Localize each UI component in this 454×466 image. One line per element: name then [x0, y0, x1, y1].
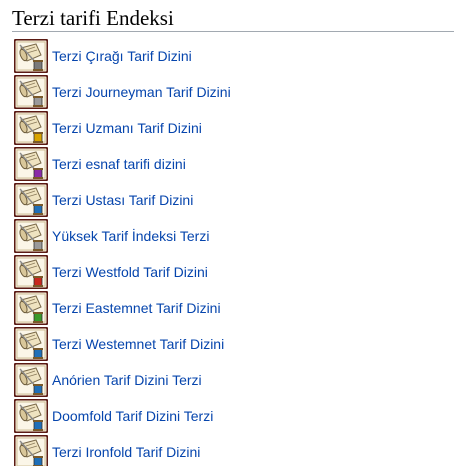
- list-item: Terzi Journeyman Tarif Dizini: [0, 74, 454, 110]
- recipe-index-link[interactable]: Terzi Çırağı Tarif Dizini: [52, 38, 192, 74]
- recipe-icon-link[interactable]: [14, 327, 48, 361]
- recipe-index-link[interactable]: Terzi Journeyman Tarif Dizini: [52, 74, 231, 110]
- page-title: Terzi tarifi Endeksi: [12, 4, 454, 32]
- recipe-icon-link[interactable]: [14, 183, 48, 217]
- recipe-scroll-icon: [14, 111, 48, 145]
- recipe-icon-link[interactable]: [14, 399, 48, 433]
- recipe-index-link[interactable]: Terzi Ironfold Tarif Dizini: [52, 434, 200, 466]
- recipe-scroll-icon: [14, 75, 48, 109]
- list-item: Terzi Ustası Tarif Dizini: [0, 182, 454, 218]
- recipe-scroll-icon: [14, 219, 48, 253]
- recipe-icon-link[interactable]: [14, 111, 48, 145]
- list-item: Yüksek Tarif İndeksi Terzi: [0, 218, 454, 254]
- list-item: Terzi Uzmanı Tarif Dizini: [0, 110, 454, 146]
- list-item: Anórien Tarif Dizini Terzi: [0, 362, 454, 398]
- recipe-icon-link[interactable]: [14, 75, 48, 109]
- recipe-icon-link[interactable]: [14, 219, 48, 253]
- recipe-index-link[interactable]: Terzi Ustası Tarif Dizini: [52, 182, 193, 218]
- recipe-index-link[interactable]: Terzi esnaf tarifi dizini: [52, 146, 186, 182]
- recipe-scroll-icon: [14, 183, 48, 217]
- recipe-scroll-icon: [14, 399, 48, 433]
- recipe-icon-link[interactable]: [14, 39, 48, 73]
- recipe-icon-link[interactable]: [14, 435, 48, 466]
- list-item: Doomfold Tarif Dizini Terzi: [0, 398, 454, 434]
- recipe-index-link[interactable]: Terzi Westfold Tarif Dizini: [52, 254, 208, 290]
- list-item: Terzi Westemnet Tarif Dizini: [0, 326, 454, 362]
- recipe-scroll-icon: [14, 435, 48, 466]
- recipe-scroll-icon: [14, 147, 48, 181]
- list-item: Terzi Çırağı Tarif Dizini: [0, 38, 454, 74]
- recipe-icon-link[interactable]: [14, 291, 48, 325]
- list-item: Terzi Ironfold Tarif Dizini: [0, 434, 454, 466]
- recipe-index-link[interactable]: Doomfold Tarif Dizini Terzi: [52, 398, 213, 434]
- recipe-scroll-icon: [14, 39, 48, 73]
- recipe-index-link[interactable]: Yüksek Tarif İndeksi Terzi: [52, 218, 209, 254]
- recipe-index-link[interactable]: Terzi Uzmanı Tarif Dizini: [52, 110, 202, 146]
- list-item: Terzi esnaf tarifi dizini: [0, 146, 454, 182]
- recipe-icon-link[interactable]: [14, 255, 48, 289]
- recipe-index-link[interactable]: Terzi Eastemnet Tarif Dizini: [52, 290, 221, 326]
- recipe-index-list: Terzi Çırağı Tarif Dizini Terzi Journeyma…: [0, 38, 454, 466]
- list-item: Terzi Eastemnet Tarif Dizini: [0, 290, 454, 326]
- page: Terzi tarifi Endeksi Terzi Çırağı Tarif …: [0, 0, 454, 466]
- recipe-index-link[interactable]: Anórien Tarif Dizini Terzi: [52, 362, 202, 398]
- recipe-index-link[interactable]: Terzi Westemnet Tarif Dizini: [52, 326, 224, 362]
- recipe-scroll-icon: [14, 363, 48, 397]
- recipe-icon-link[interactable]: [14, 147, 48, 181]
- recipe-scroll-icon: [14, 327, 48, 361]
- recipe-icon-link[interactable]: [14, 363, 48, 397]
- recipe-scroll-icon: [14, 291, 48, 325]
- list-item: Terzi Westfold Tarif Dizini: [0, 254, 454, 290]
- recipe-scroll-icon: [14, 255, 48, 289]
